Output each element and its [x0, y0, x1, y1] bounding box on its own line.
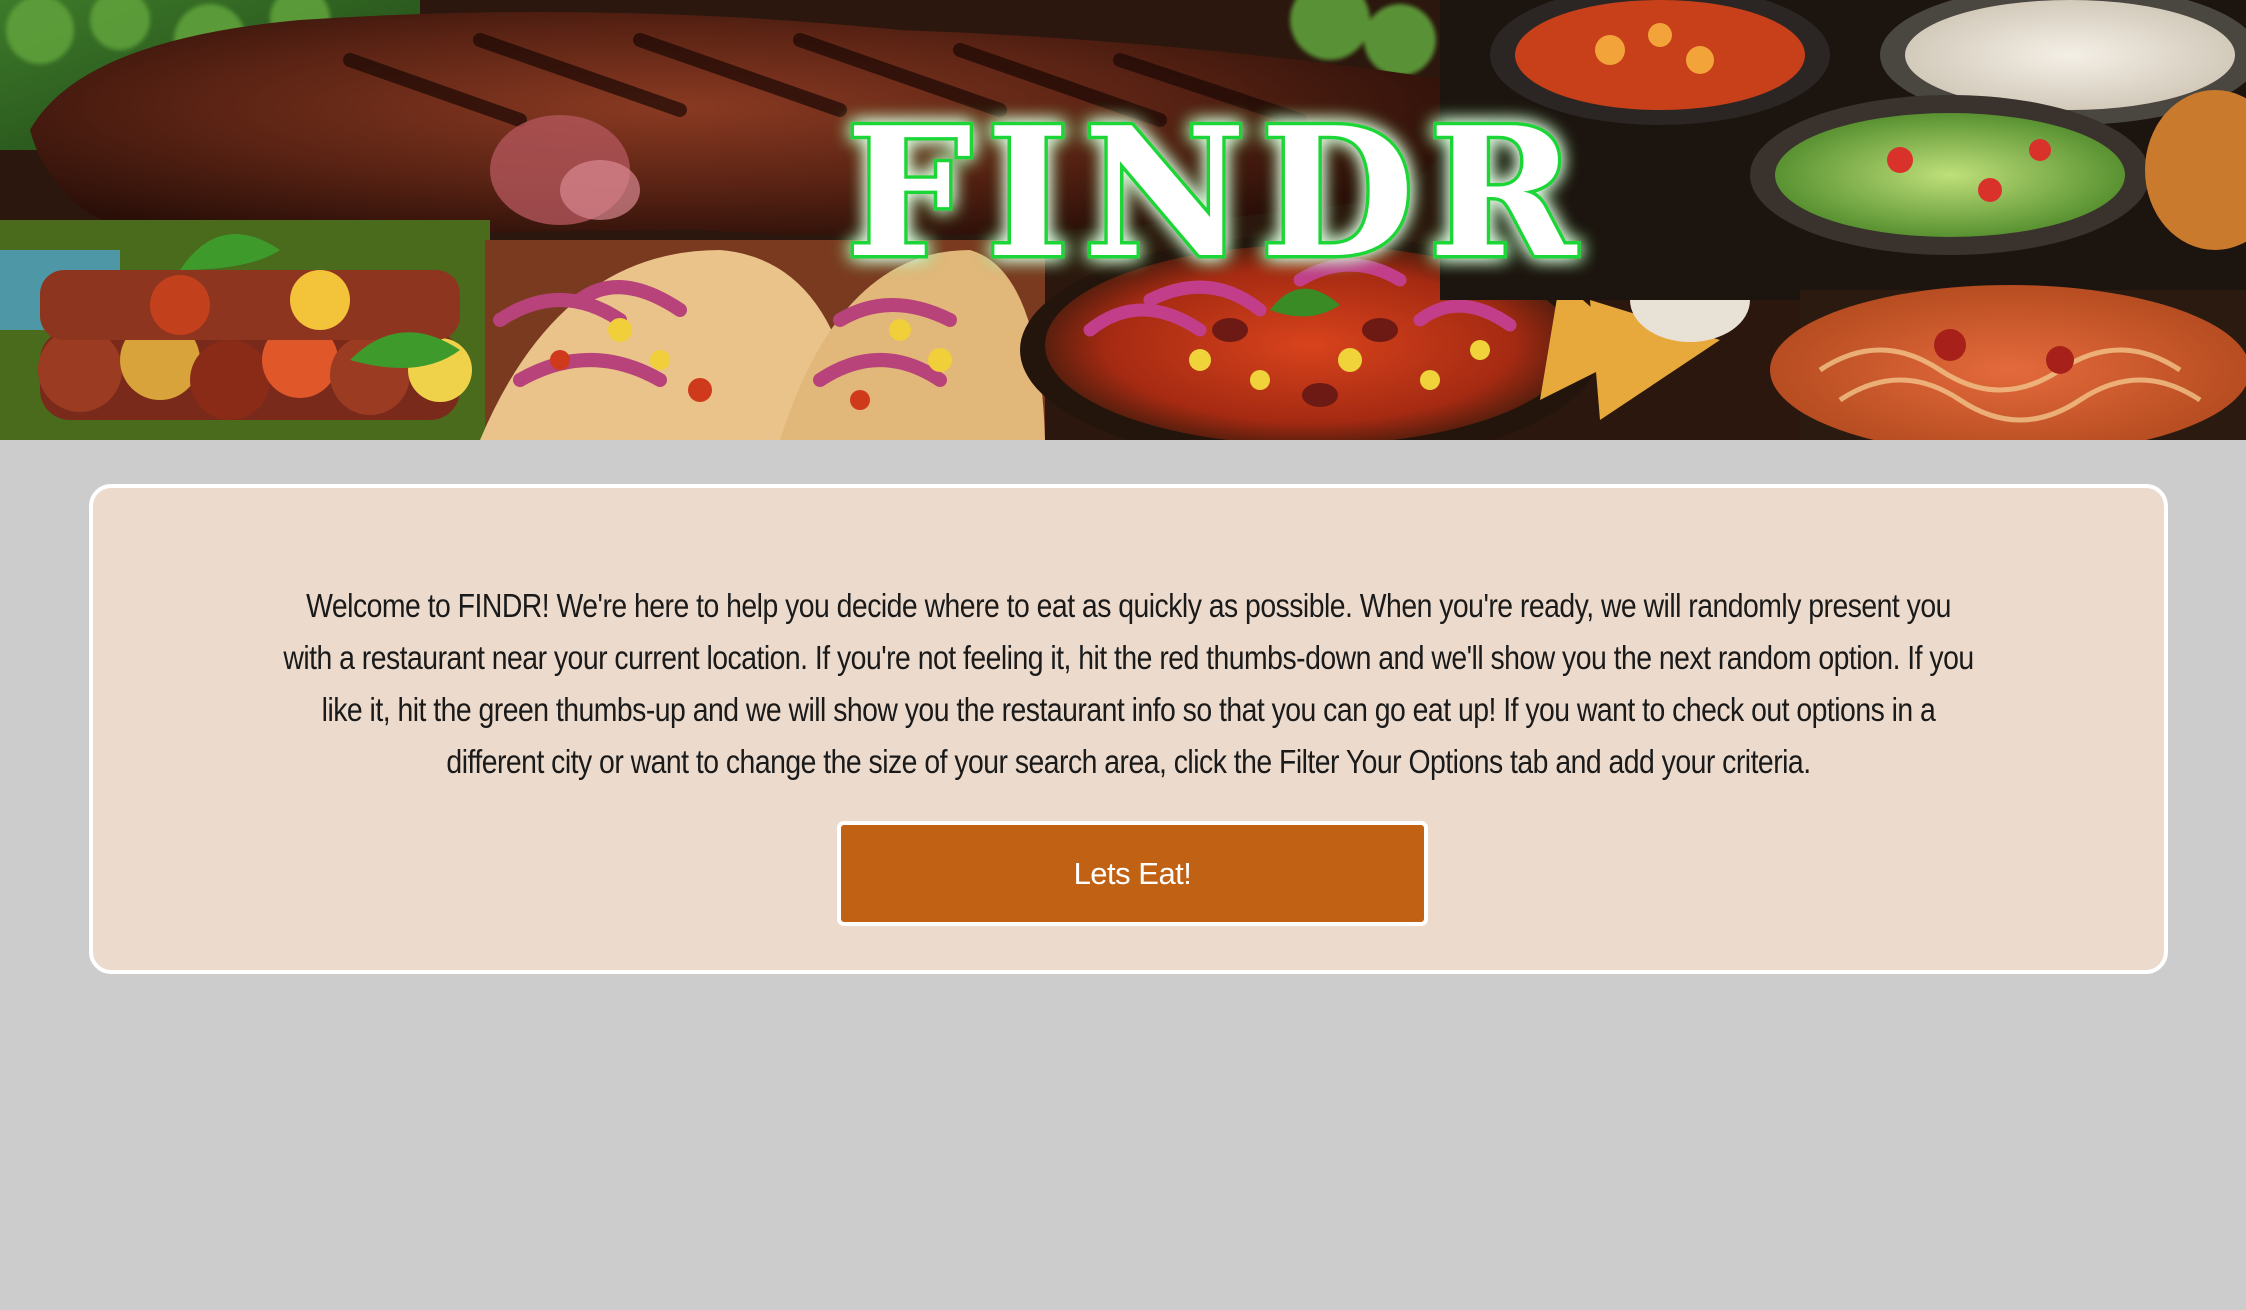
lets-eat-button[interactable]: Lets Eat! [837, 821, 1428, 926]
hero-banner: FINDR [0, 0, 2246, 440]
intro-wrapper: Welcome to FINDR! We're here to help you… [93, 580, 2164, 800]
welcome-card: Welcome to FINDR! We're here to help you… [89, 484, 2168, 974]
food-collage-image: FINDR [0, 0, 2246, 440]
findr-logo: FINDR [846, 88, 1591, 297]
welcome-intro-text: Welcome to FINDR! We're here to help you… [283, 587, 1974, 780]
